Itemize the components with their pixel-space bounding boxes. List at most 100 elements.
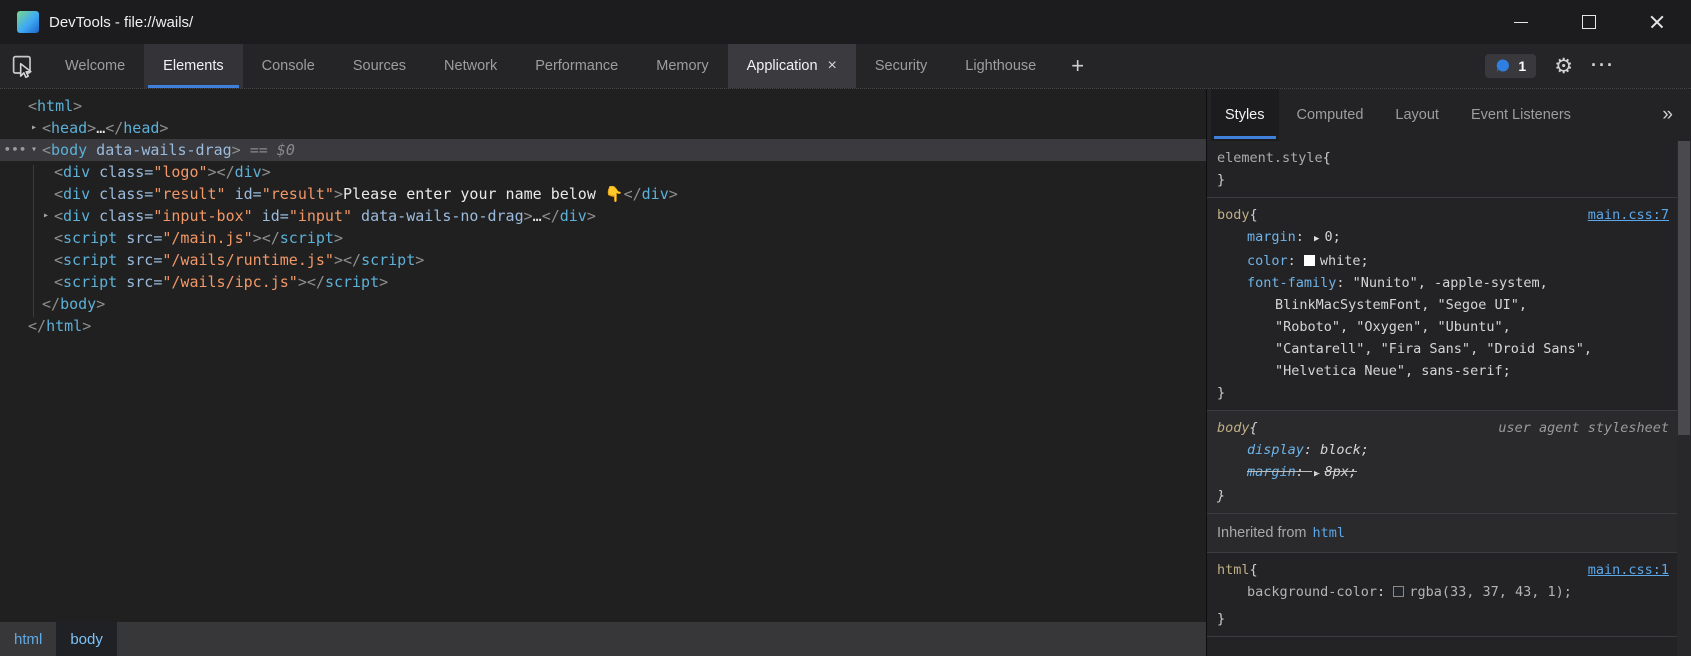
colon-separator: : [1304, 442, 1320, 458]
tab-console[interactable]: Console [243, 44, 334, 88]
scrollbar-thumb[interactable] [1678, 141, 1690, 435]
rule-selector[interactable]: html [1217, 559, 1250, 581]
tab-label: Lighthouse [965, 58, 1036, 74]
css-declaration[interactable]: margin: ▶0; [1217, 226, 1669, 250]
close-tab-icon[interactable]: × [828, 58, 837, 74]
tree-node[interactable]: </html> [0, 315, 1206, 337]
styles-tab-layout[interactable]: Layout [1381, 89, 1453, 141]
inherited-from-text: Inherited from [1217, 525, 1306, 541]
token-t: body [60, 295, 96, 313]
token-x: … [533, 207, 542, 225]
token-p: </ [42, 295, 60, 313]
tree-node[interactable]: <script src="/wails/ipc.js"></script> [0, 271, 1206, 293]
styles-scrollbar[interactable] [1677, 141, 1691, 656]
token-a: data-wails-no-drag [352, 207, 524, 225]
tab-elements[interactable]: Elements [144, 44, 242, 88]
stylesheet-link[interactable]: main.css:7 [1588, 204, 1669, 226]
more-options-icon[interactable]: ··· [1591, 62, 1615, 69]
tree-node[interactable]: <div class="result" id="result">Please e… [0, 183, 1206, 205]
node-markup: <script src="/wails/runtime.js"></script… [0, 251, 424, 269]
inspect-cursor-icon [10, 53, 37, 80]
css-property: color [1247, 253, 1288, 269]
rule-selector[interactable]: body [1217, 204, 1250, 226]
tab-security[interactable]: Security [856, 44, 946, 88]
tab-performance[interactable]: Performance [516, 44, 637, 88]
token-p: > [159, 119, 168, 137]
twisty-open-icon[interactable]: ▾ [27, 139, 41, 161]
css-value: white; [1320, 253, 1369, 269]
issues-badge[interactable]: 1 [1485, 54, 1536, 78]
minimize-button[interactable] [1487, 0, 1555, 44]
css-declaration[interactable]: margin: ▶8px; [1217, 461, 1669, 485]
styles-tab-computed[interactable]: Computed [1283, 89, 1378, 141]
stylesheet-origin-note: user agent stylesheet [1498, 417, 1669, 439]
issues-count: 1 [1518, 58, 1526, 74]
node-markup: </html> [0, 317, 91, 335]
tree-node[interactable]: </body> [0, 293, 1206, 315]
styles-tab-styles[interactable]: Styles [1211, 89, 1279, 141]
css-declaration[interactable]: color: white; [1217, 250, 1669, 272]
token-a: src= [117, 229, 162, 247]
tab-network[interactable]: Network [425, 44, 516, 88]
color-swatch[interactable] [1304, 255, 1315, 266]
css-value: 0; [1324, 229, 1340, 245]
expand-value-arrow-icon[interactable]: ▶ [1314, 469, 1319, 479]
tree-node[interactable]: <script src="/main.js"></script> [0, 227, 1206, 249]
rule-selector-line: element.style { [1217, 147, 1669, 169]
maximize-button[interactable] [1555, 0, 1623, 44]
close-button[interactable] [1623, 0, 1691, 44]
token-p: < [42, 141, 51, 159]
css-property: text-align [1247, 606, 1328, 608]
stylesheet-link[interactable]: main.css:1 [1588, 559, 1669, 581]
rule-selector[interactable]: body [1217, 417, 1250, 439]
tab-memory[interactable]: Memory [637, 44, 727, 88]
twisty-closed-icon[interactable]: ▸ [39, 205, 53, 227]
token-p: < [54, 207, 63, 225]
token-a: src= [117, 273, 162, 291]
inherited-target-link[interactable]: html [1312, 525, 1345, 541]
expand-value-arrow-icon[interactable]: ▶ [1314, 234, 1319, 244]
tree-node[interactable]: <div class="logo"></div> [0, 161, 1206, 183]
css-declaration[interactable]: display: block; [1217, 439, 1669, 461]
node-markup: <html> [0, 97, 82, 115]
dom-tree: <html>▸<head>…</head>•••▾<body data-wail… [0, 89, 1206, 337]
crumb-body[interactable]: body [56, 622, 117, 656]
styles-tab-event-listeners[interactable]: Event Listeners [1457, 89, 1585, 141]
add-panel-button[interactable]: + [1055, 44, 1100, 88]
open-brace: { [1250, 204, 1258, 226]
more-tabs-icon[interactable]: » [1644, 89, 1691, 141]
feedback-bubble-icon [1495, 58, 1511, 74]
tab-application[interactable]: Application× [728, 44, 856, 88]
css-value: 8px; [1324, 464, 1357, 480]
tab-sources[interactable]: Sources [334, 44, 425, 88]
node-options-dots-icon[interactable]: ••• [4, 139, 27, 161]
token-p: ></ [298, 273, 325, 291]
token-p: > [87, 119, 96, 137]
css-declaration[interactable]: font-family: "Nunito", -apple-system, [1217, 272, 1669, 294]
colon-separator: : [1296, 229, 1312, 245]
token-t: html [46, 317, 82, 335]
token-p: < [54, 229, 63, 247]
colon-separator: : [1377, 584, 1393, 600]
inherited-from-header: Inherited from html [1207, 514, 1677, 553]
tab-label: Network [444, 58, 497, 74]
tab-welcome[interactable]: Welcome [46, 44, 144, 88]
tab-label: Security [875, 58, 927, 74]
tree-node[interactable]: ▸<head>…</head> [0, 117, 1206, 139]
main-split: <html>▸<head>…</head>•••▾<body data-wail… [0, 88, 1691, 656]
tree-node[interactable]: <html> [0, 95, 1206, 117]
css-declaration[interactable]: background-color: rgba(33, 37, 43, 1); [1217, 581, 1669, 603]
css-value: "Nunito", -apple-system, [1353, 275, 1548, 291]
tree-node[interactable]: •••▾<body data-wails-drag> == $0 [0, 139, 1206, 161]
twisty-closed-icon[interactable]: ▸ [27, 117, 41, 139]
node-markup: <script src="/wails/ipc.js"></script> [0, 273, 388, 291]
tree-node[interactable]: ▸<div class="input-box" id="input" data-… [0, 205, 1206, 227]
tree-node[interactable]: <script src="/wails/runtime.js"></script… [0, 249, 1206, 271]
rule-selector[interactable]: element.style [1217, 147, 1323, 169]
inspect-element-button[interactable] [0, 44, 46, 88]
tab-lighthouse[interactable]: Lighthouse [946, 44, 1055, 88]
token-p: < [54, 273, 63, 291]
crumb-html[interactable]: html [0, 622, 56, 656]
settings-gear-icon[interactable]: ⚙ [1554, 56, 1573, 77]
color-swatch[interactable] [1393, 586, 1404, 597]
